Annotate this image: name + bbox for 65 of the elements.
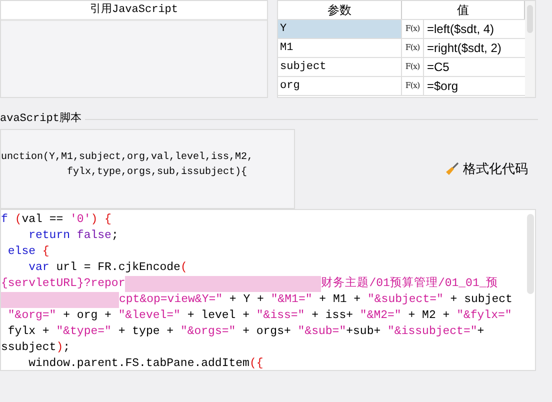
code-token: + orgs+ [242, 324, 292, 340]
table-cell[interactable]: org [278, 77, 402, 95]
function-signature: fylx,type,orgs,sub,issubject){ [66, 166, 248, 180]
code-token: + iss+ [310, 308, 354, 324]
formula-button[interactable]: F(x) [405, 25, 420, 33]
scrollbar-thumb[interactable] [527, 5, 533, 33]
code-token: cpt&op=view&Y=" [119, 292, 223, 308]
code-token: + [477, 324, 484, 340]
broom-icon [445, 162, 459, 176]
formula-button[interactable]: F(x) [405, 63, 420, 71]
formula-field[interactable]: =$org [424, 77, 525, 95]
formula-button[interactable]: F(x) [405, 44, 420, 52]
scrollbar-thumb[interactable] [526, 214, 534, 294]
code-token: false [76, 228, 112, 244]
code-token: + type + [117, 324, 175, 340]
code-token: + level + [186, 308, 250, 324]
code-token: fylx + [6, 324, 50, 340]
code-token: ; [63, 340, 70, 356]
formula-field[interactable]: =C5 [424, 58, 525, 76]
code-token: '0' [70, 212, 91, 228]
column-header: 参数 [278, 1, 402, 19]
code-token: return [28, 228, 72, 244]
formula-field[interactable]: =left($sdt, 4) [424, 20, 525, 38]
code-token: url = FR.cjkEncode [55, 260, 180, 276]
code-token: "&org=" [6, 308, 56, 324]
code-token: "&subject=" [367, 292, 444, 308]
table-cell[interactable]: Y [278, 20, 402, 38]
code-token: +sub+ [346, 324, 382, 340]
code-token: "&M1=" [270, 292, 312, 308]
code-token: var [28, 260, 50, 276]
code-token: val == [22, 212, 64, 228]
code-token: "&fylx=" [456, 308, 512, 324]
section-title: avaScript脚本 [0, 111, 82, 127]
code-token: {servletURL}?repor [1, 276, 126, 292]
code-token: "&orgs=" [180, 324, 236, 340]
code-token: + M1 + [318, 292, 362, 308]
code-token: + org + [62, 308, 112, 324]
code-token: ; [111, 228, 118, 244]
code-token: 财务主题/01预算管理/01_01_预 [321, 276, 498, 292]
code-token: + M2 + [407, 308, 451, 324]
function-signature: unction(Y,M1,subject,org,val,level,iss,M2, [1, 150, 254, 165]
formula-button[interactable]: F(x) [405, 82, 420, 90]
code-token: window.parent.FS.tabPane.addItem [28, 356, 250, 370]
code-token: ) [56, 340, 64, 356]
code-token: ssubject [1, 340, 56, 356]
code-token: { [42, 244, 50, 260]
code-token: "&M2=" [360, 308, 402, 324]
format-code-button[interactable]: 格式化代码 [445, 159, 528, 179]
code-token: "&sub=" [298, 324, 346, 340]
code-token: "&issubject=" [388, 324, 478, 340]
code-token: f [1, 212, 9, 228]
table-cell[interactable]: subject [278, 58, 402, 76]
code-token: ( [14, 212, 22, 228]
code-token: ( [180, 260, 188, 276]
formula-field[interactable]: =right($sdt, 2) [424, 39, 525, 57]
code-token: ({ [249, 356, 264, 370]
code-token: + subject [449, 292, 512, 308]
code-token: else [6, 244, 37, 260]
code-token: + Y + [228, 292, 265, 308]
code-token: "&iss=" [256, 308, 305, 324]
panel-header: 引用JavaScript [1, 1, 267, 21]
code-token: ) { [90, 212, 112, 228]
code-token: "&type=" [56, 324, 112, 340]
code-token: "&level=" [118, 308, 180, 324]
table-cell[interactable]: M1 [278, 39, 402, 57]
